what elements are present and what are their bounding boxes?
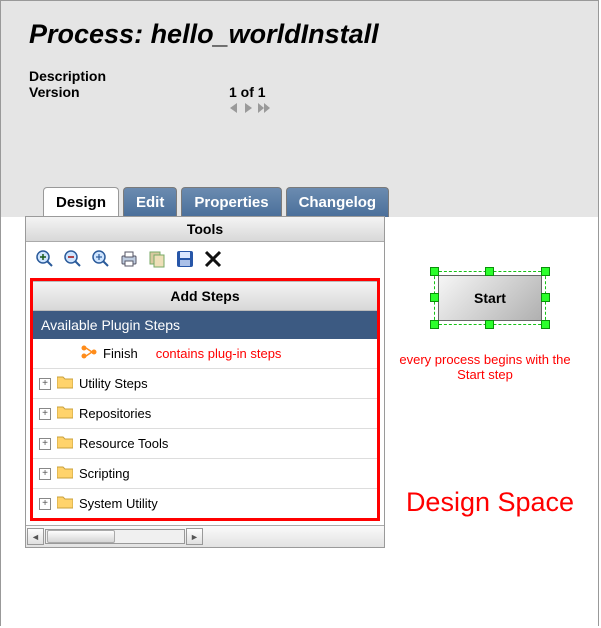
design-space-annotation: Design Space xyxy=(395,487,585,518)
tree-item[interactable]: + Resource Tools xyxy=(33,429,377,459)
pager-last-icon[interactable] xyxy=(257,102,271,114)
scroll-left-icon[interactable]: ◄ xyxy=(27,528,44,545)
tab-properties[interactable]: Properties xyxy=(181,187,281,217)
resize-handle[interactable] xyxy=(430,320,439,329)
pager-prev-icon[interactable] xyxy=(229,102,239,114)
folder-icon xyxy=(57,465,73,482)
app-frame: Process: hello_worldInstall Description … xyxy=(0,0,599,626)
resize-handle[interactable] xyxy=(430,267,439,276)
page-title: Process: hello_worldInstall xyxy=(29,19,570,50)
tools-title: Tools xyxy=(26,217,384,242)
zoom-out-icon[interactable] xyxy=(62,248,84,270)
tab-design[interactable]: Design xyxy=(43,187,119,217)
resize-handle[interactable] xyxy=(430,293,439,302)
expand-icon[interactable]: + xyxy=(39,408,51,420)
scroll-track[interactable] xyxy=(45,529,185,544)
finish-annotation: contains plug-in steps xyxy=(156,346,282,361)
finish-icon xyxy=(81,345,97,362)
tree-item-label: Utility Steps xyxy=(79,376,148,391)
tree-item-label: Scripting xyxy=(79,466,130,481)
tools-panel: Tools Add Steps Available Plugin Steps F… xyxy=(25,216,385,548)
tree-item[interactable]: + Utility Steps xyxy=(33,369,377,399)
tree-item[interactable]: + Repositories xyxy=(33,399,377,429)
tree-item-label: Resource Tools xyxy=(79,436,168,451)
tree-item-label: System Utility xyxy=(79,496,158,511)
expand-icon[interactable]: + xyxy=(39,378,51,390)
folder-icon xyxy=(57,495,73,512)
folder-icon xyxy=(57,435,73,452)
start-node[interactable]: Start xyxy=(430,267,550,329)
header-area: Process: hello_worldInstall Description … xyxy=(1,1,598,217)
design-canvas[interactable]: Start every process begins with the Star… xyxy=(385,217,588,617)
description-label: Description xyxy=(29,68,229,84)
folder-icon xyxy=(57,375,73,392)
version-pager xyxy=(229,102,570,114)
tree-item-label: Repositories xyxy=(79,406,151,421)
zoom-in-icon[interactable] xyxy=(34,248,56,270)
tree-item[interactable]: + System Utility xyxy=(33,489,377,518)
scroll-thumb[interactable] xyxy=(47,530,115,543)
version-label: Version xyxy=(29,84,229,100)
tools-toolbar xyxy=(26,242,384,276)
save-icon[interactable] xyxy=(174,248,196,270)
resize-handle[interactable] xyxy=(541,267,550,276)
start-node-box[interactable]: Start xyxy=(438,275,542,321)
available-plugin-steps-header: Available Plugin Steps xyxy=(33,311,377,339)
finish-label: Finish xyxy=(103,346,138,361)
print-icon[interactable] xyxy=(118,248,140,270)
tree-item[interactable]: + Scripting xyxy=(33,459,377,489)
resize-handle[interactable] xyxy=(485,320,494,329)
resize-handle[interactable] xyxy=(485,267,494,276)
resize-handle[interactable] xyxy=(541,320,550,329)
horizontal-scrollbar[interactable]: ◄ ► xyxy=(26,525,384,547)
tree-item-finish[interactable]: Finish contains plug-in steps xyxy=(33,339,377,369)
add-steps-title: Add Steps xyxy=(33,281,377,311)
delete-icon[interactable] xyxy=(202,248,224,270)
copy-icon[interactable] xyxy=(146,248,168,270)
content-area: Tools Add Steps Available Plugin Steps F… xyxy=(1,217,598,627)
expand-icon[interactable]: + xyxy=(39,468,51,480)
resize-handle[interactable] xyxy=(541,293,550,302)
add-steps-highlight: Add Steps Available Plugin Steps Finish … xyxy=(30,278,380,521)
version-value: 1 of 1 xyxy=(229,84,266,100)
tab-bar: Design Edit Properties Changelog xyxy=(43,187,389,217)
zoom-fit-icon[interactable] xyxy=(90,248,112,270)
folder-icon xyxy=(57,405,73,422)
tab-changelog[interactable]: Changelog xyxy=(286,187,390,217)
scroll-right-icon[interactable]: ► xyxy=(186,528,203,545)
expand-icon[interactable]: + xyxy=(39,438,51,450)
expand-icon[interactable]: + xyxy=(39,498,51,510)
start-annotation: every process begins with the Start step xyxy=(385,352,585,382)
tab-edit[interactable]: Edit xyxy=(123,187,177,217)
pager-next-icon[interactable] xyxy=(243,102,253,114)
